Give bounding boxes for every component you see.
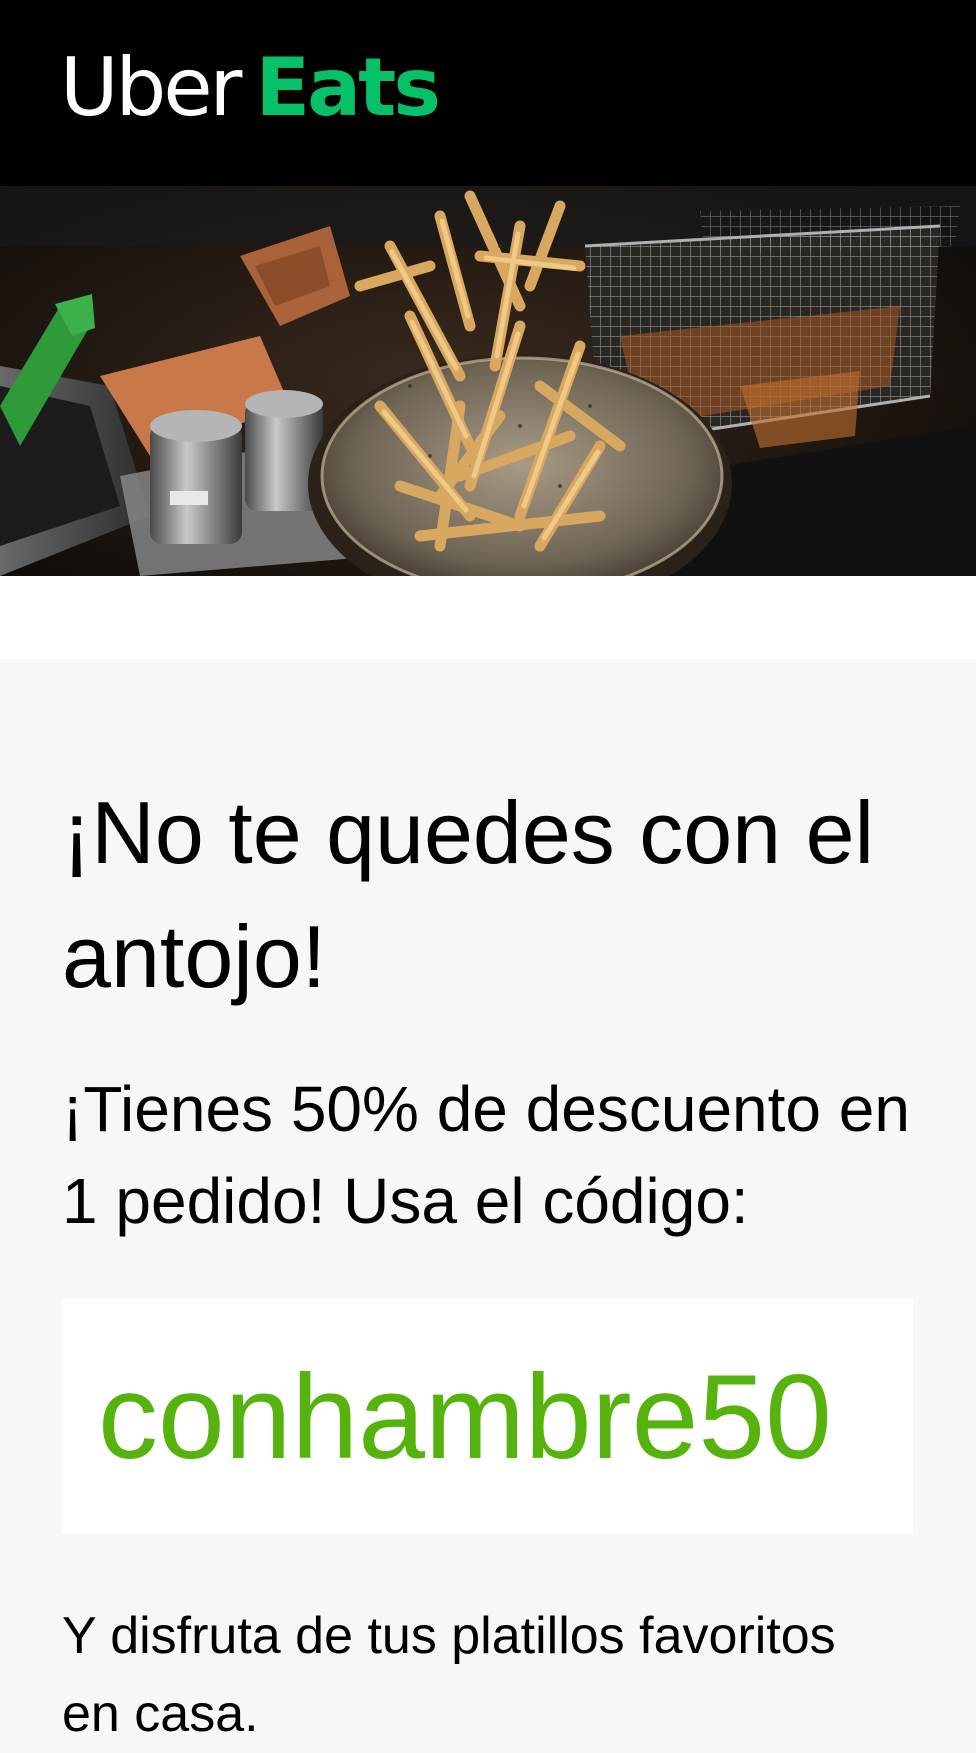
email-header: Uber Eats: [0, 0, 976, 186]
logo-eats-text: Eats: [255, 41, 440, 134]
promo-footer-text: Y disfruta de tus platillos favoritos en…: [62, 1607, 836, 1743]
promo-code-box[interactable]: conhambre50: [62, 1299, 913, 1534]
hero-image: [0, 186, 976, 576]
promo-subtext: ¡Tienes 50% de descuento en 1 pedido! Us…: [62, 1073, 910, 1237]
promo-code[interactable]: conhambre50: [98, 1347, 832, 1487]
uber-eats-logo[interactable]: Uber Eats: [60, 38, 441, 138]
spacer: [0, 576, 976, 659]
promo-headline: ¡No te quedes con el antojo!: [62, 783, 875, 1006]
promo-section: ¡No te quedes con el antojo! ¡Tienes 50%…: [0, 659, 976, 1753]
logo-uber-text: Uber: [60, 41, 242, 134]
fries-photo-illustration: [0, 186, 976, 576]
